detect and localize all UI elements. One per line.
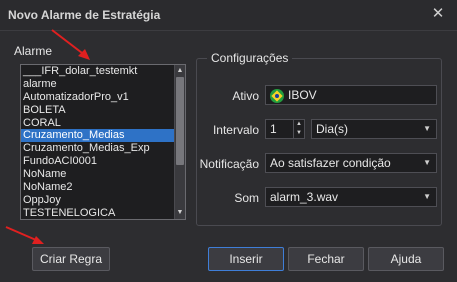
list-item[interactable]: Cruzamento_Medias — [21, 129, 175, 143]
intervalo-unit-value: Dia(s) — [316, 122, 348, 136]
config-group: Configurações Ativo IBOV Intervalo 1 ▲ ▼ … — [196, 51, 442, 226]
list-item[interactable]: OppJoy — [21, 194, 175, 207]
close-icon[interactable]: ✕ — [429, 5, 447, 23]
chevron-down-icon: ▼ — [423, 192, 431, 201]
som-value: alarm_3.wav — [270, 190, 339, 204]
annotation-arrow-alarme — [51, 29, 90, 60]
intervalo-unit-select[interactable]: Dia(s) ▼ — [311, 119, 437, 139]
criar-regra-button[interactable]: Criar Regra — [32, 247, 110, 271]
list-item[interactable]: CORAL — [21, 117, 175, 130]
notificacao-label: Notificação — [199, 157, 259, 171]
som-select[interactable]: alarm_3.wav ▼ — [265, 187, 437, 207]
brazil-flag-icon — [270, 88, 284, 103]
list-item[interactable]: AutomatizadorPro_v1 — [21, 91, 175, 104]
ativo-field[interactable]: IBOV — [265, 85, 437, 105]
intervalo-value: 1 — [270, 122, 277, 136]
intervalo-label: Intervalo — [212, 123, 259, 137]
list-item[interactable]: Cruzamento_Medias_Exp — [21, 142, 175, 155]
list-item[interactable]: ___IFR_dolar_testemkt — [21, 65, 175, 78]
list-item[interactable]: NoName — [21, 168, 175, 181]
list-scrollbar[interactable]: ▲ ▼ — [174, 65, 185, 219]
ativo-label: Ativo — [232, 89, 259, 103]
notificacao-value: Ao satisfazer condição — [270, 156, 391, 170]
alarm-list: ___IFR_dolar_testemkt alarme Automatizador… — [21, 65, 175, 219]
notificacao-select[interactable]: Ao satisfazer condição ▼ — [265, 153, 437, 173]
scroll-up-icon[interactable]: ▲ — [175, 66, 185, 76]
annotation-arrow-criar-regra — [5, 226, 44, 244]
fechar-button[interactable]: Fechar — [288, 247, 364, 271]
config-legend: Configurações — [207, 51, 293, 65]
list-item[interactable]: NoName2 — [21, 181, 175, 194]
chevron-down-icon: ▼ — [423, 158, 431, 167]
alarm-listbox[interactable]: ___IFR_dolar_testemkt alarme Automatizador… — [20, 64, 186, 220]
ativo-value: IBOV — [288, 88, 317, 102]
som-label: Som — [234, 191, 259, 205]
inserir-button[interactable]: Inserir — [208, 247, 284, 271]
spinner-arrows-icon[interactable]: ▲ ▼ — [293, 120, 304, 138]
scroll-down-icon[interactable]: ▼ — [175, 208, 185, 218]
scroll-thumb[interactable] — [176, 77, 184, 165]
ajuda-button[interactable]: Ajuda — [368, 247, 444, 271]
list-item[interactable]: FundoACI0001 — [21, 155, 175, 168]
alarm-group: Alarme ___IFR_dolar_testemkt alarme Automa… — [14, 44, 186, 226]
intervalo-spinner[interactable]: 1 ▲ ▼ — [265, 119, 305, 139]
list-item[interactable]: alarme — [21, 78, 175, 91]
alarm-legend: Alarme — [14, 44, 53, 58]
list-item[interactable]: TESTENELOGICA — [21, 207, 175, 219]
list-item[interactable]: BOLETA — [21, 104, 175, 117]
window-title: Novo Alarme de Estratégia — [8, 8, 161, 22]
chevron-down-icon: ▼ — [423, 124, 431, 133]
